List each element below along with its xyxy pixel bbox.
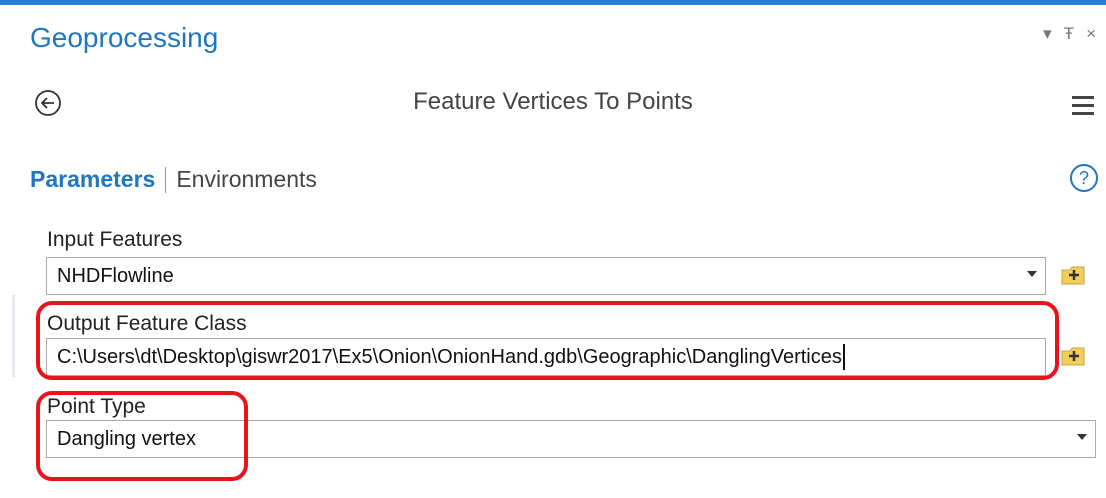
chevron-down-icon[interactable] xyxy=(1027,271,1037,277)
hamburger-menu-icon[interactable] xyxy=(1071,94,1095,118)
highlight-output-feature-class xyxy=(36,301,1059,380)
help-icon[interactable]: ? xyxy=(1069,163,1099,193)
input-features-value: NHDFlowline xyxy=(57,264,174,287)
browse-folder-icon[interactable] xyxy=(1060,262,1088,288)
tab-environments[interactable]: Environments xyxy=(176,166,317,193)
dropdown-icon[interactable]: ▾ xyxy=(1043,24,1052,44)
pane-title: Geoprocessing xyxy=(30,22,219,53)
pane-top-border xyxy=(0,0,1106,5)
tab-separator xyxy=(165,166,167,193)
active-parameter-bar xyxy=(12,295,15,377)
input-features-dropdown[interactable]: NHDFlowline xyxy=(46,257,1046,295)
chevron-down-icon[interactable] xyxy=(1077,434,1087,440)
pin-icon[interactable]: Ŧ xyxy=(1064,24,1074,44)
highlight-point-type xyxy=(36,391,248,481)
input-features-label: Input Features xyxy=(47,228,183,251)
close-icon[interactable]: × xyxy=(1086,24,1096,44)
tab-parameters[interactable]: Parameters xyxy=(30,166,155,193)
tool-tabs: Parameters Environments xyxy=(30,166,317,193)
tool-title: Feature Vertices To Points xyxy=(413,88,693,115)
browse-folder-icon[interactable] xyxy=(1060,343,1088,369)
window-controls: ▾ Ŧ × xyxy=(1043,24,1096,44)
svg-text:?: ? xyxy=(1079,168,1089,188)
